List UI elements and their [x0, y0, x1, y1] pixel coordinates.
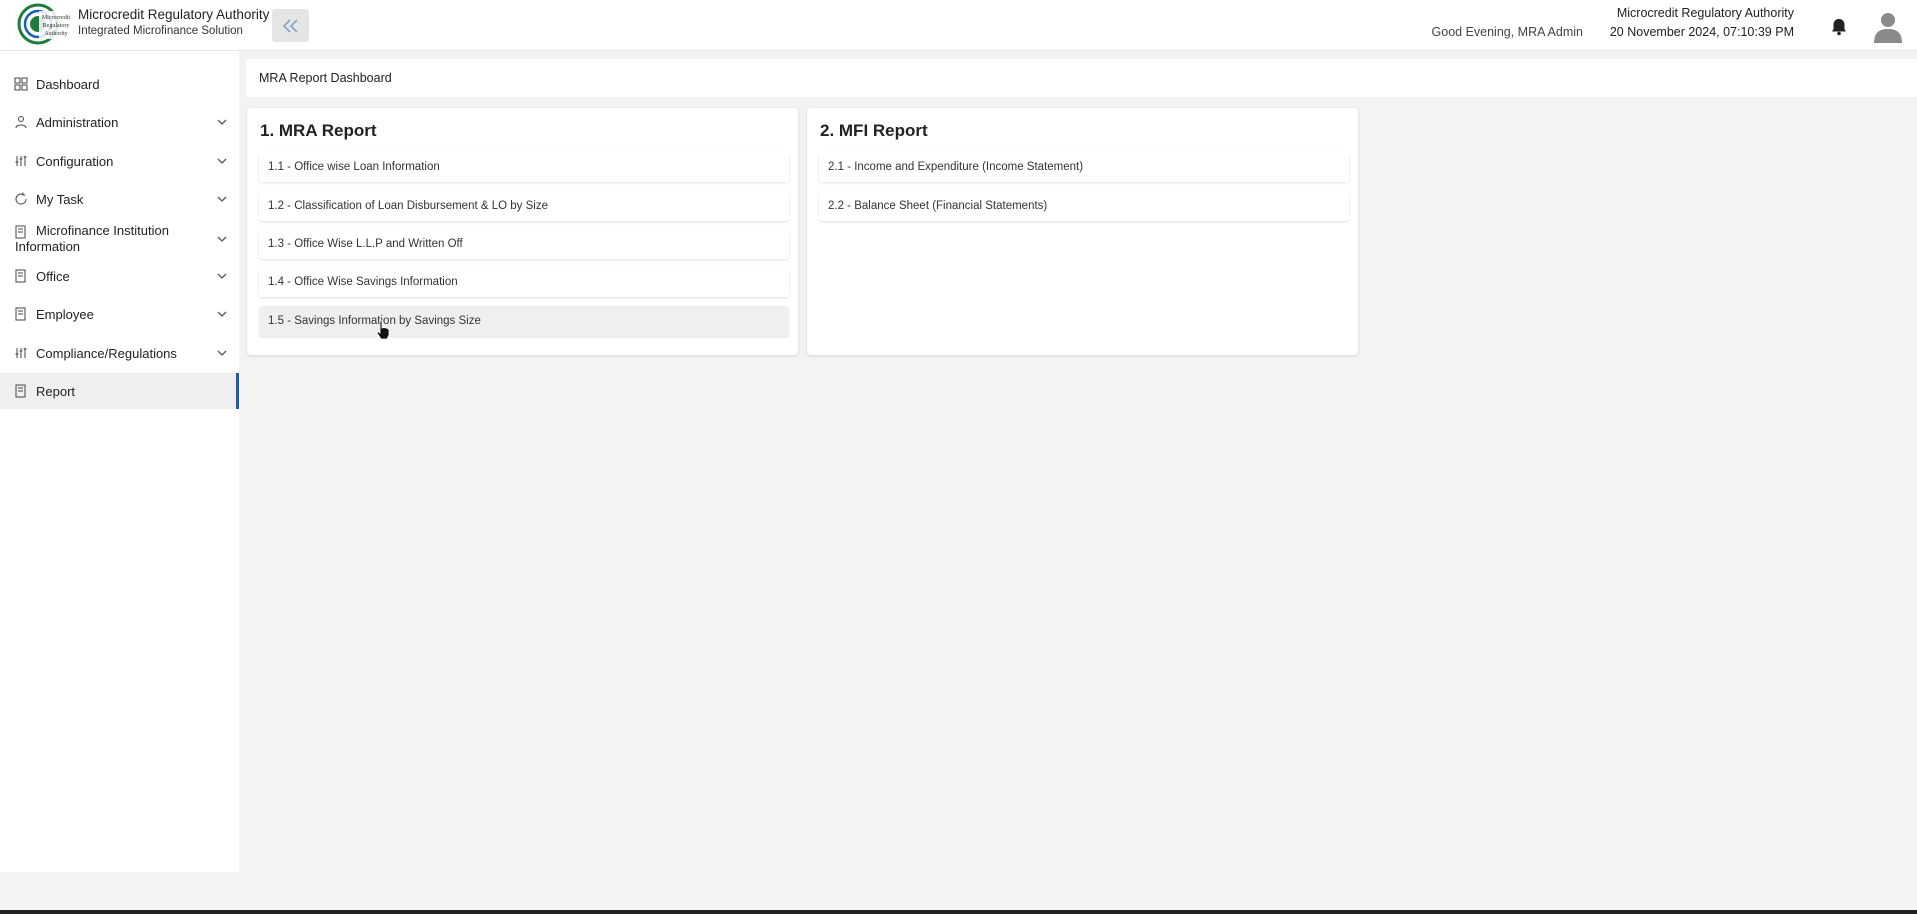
double-chevron-left-icon: [282, 18, 298, 33]
refresh-icon: [15, 192, 27, 205]
document-icon: [15, 307, 26, 321]
report-link-1-5[interactable]: 1.5 - Savings Information by Savings Siz…: [259, 306, 789, 336]
report-link-2-2[interactable]: 2.2 - Balance Sheet (Financial Statement…: [819, 191, 1349, 221]
sidebar-item-label: Office: [36, 268, 70, 284]
footer-strip: [0, 872, 1917, 914]
org-name: Microcredit Regulatory Authority: [1616, 6, 1794, 20]
sidebar-item-report[interactable]: Report: [0, 373, 239, 409]
sidebar-item-office[interactable]: Office: [0, 258, 239, 294]
mra-report-card: 1. MRA Report 1.1 - Office wise Loan Inf…: [247, 108, 798, 355]
mfi-report-card: 2. MFI Report 2.1 - Income and Expenditu…: [807, 108, 1358, 355]
sidebar-item-label: Compliance/Regulations: [36, 345, 177, 361]
report-link-1-1[interactable]: 1.1 - Office wise Loan Information: [259, 152, 789, 182]
page-title: MRA Report Dashboard: [259, 71, 392, 85]
grid-icon: [14, 77, 28, 91]
sidebar-collapse-button[interactable]: [272, 9, 309, 42]
sidebar-item-label: Administration: [36, 114, 119, 130]
svg-text:Authority: Authority: [44, 31, 67, 37]
sidebar-item-dashboard[interactable]: Dashboard: [0, 66, 239, 102]
breadcrumb-bar: MRA Report Dashboard: [246, 59, 1917, 97]
bottom-border: [0, 910, 1917, 914]
chevron-down-icon: [217, 196, 227, 202]
card-title: 2. MFI Report: [820, 121, 928, 140]
document-icon: [15, 384, 26, 398]
sidebar: Dashboard Administration Configuration M…: [0, 51, 239, 872]
chevron-down-icon: [217, 236, 227, 242]
svg-text:Regulatory: Regulatory: [43, 23, 70, 29]
brand-title: Microcredit Regulatory Authority: [78, 7, 270, 22]
sliders-icon: [15, 156, 27, 166]
top-header: Microcredit Regulatory Authority Microcr…: [0, 0, 1917, 51]
sidebar-item-configuration[interactable]: Configuration: [0, 143, 239, 179]
report-link-2-1[interactable]: 2.1 - Income and Expenditure (Income Sta…: [819, 152, 1349, 182]
sidebar-item-compliance[interactable]: Compliance/Regulations: [0, 335, 239, 371]
chevron-down-icon: [217, 273, 227, 279]
sidebar-item-label: My Task: [36, 191, 84, 207]
report-link-1-4[interactable]: 1.4 - Office Wise Savings Information: [259, 267, 789, 297]
sidebar-item-label: Report: [36, 383, 76, 399]
chevron-down-icon: [217, 158, 227, 164]
chevron-down-icon: [217, 119, 227, 125]
report-link-1-2[interactable]: 1.2 - Classification of Loan Disbursemen…: [259, 191, 789, 221]
sidebar-item-microfinance-institution[interactable]: Microfinance Institution Information: [0, 219, 239, 259]
users-icon: [15, 116, 27, 129]
sidebar-item-administration[interactable]: Administration: [0, 104, 239, 140]
card-title: 1. MRA Report: [260, 121, 377, 140]
sidebar-item-my-task[interactable]: My Task: [0, 181, 239, 217]
current-datetime: 20 November 2024, 07:10:39 PM: [1609, 25, 1794, 39]
sidebar-item-label: Configuration: [36, 153, 114, 169]
sidebar-item-label: Microfinance Institution Information: [15, 223, 169, 254]
sidebar-item-label: Dashboard: [36, 76, 100, 92]
chevron-down-icon: [217, 311, 227, 317]
document-icon: [15, 269, 26, 283]
greeting-text: Good Evening, MRA Admin: [1431, 25, 1583, 39]
svg-text:Microcredit: Microcredit: [42, 15, 71, 21]
bell-icon[interactable]: [1828, 16, 1850, 38]
sidebar-item-label: Employee: [36, 306, 94, 322]
mra-logo[interactable]: Microcredit Regulatory Authority: [12, 3, 72, 45]
report-link-1-3[interactable]: 1.3 - Office Wise L.L.P and Written Off: [259, 229, 789, 259]
sidebar-item-employee[interactable]: Employee: [0, 296, 239, 332]
user-avatar-icon[interactable]: [1872, 9, 1904, 43]
brand-subtitle: Integrated Microfinance Solution: [78, 25, 243, 37]
sliders-icon: [15, 348, 27, 358]
chevron-down-icon: [217, 350, 227, 356]
